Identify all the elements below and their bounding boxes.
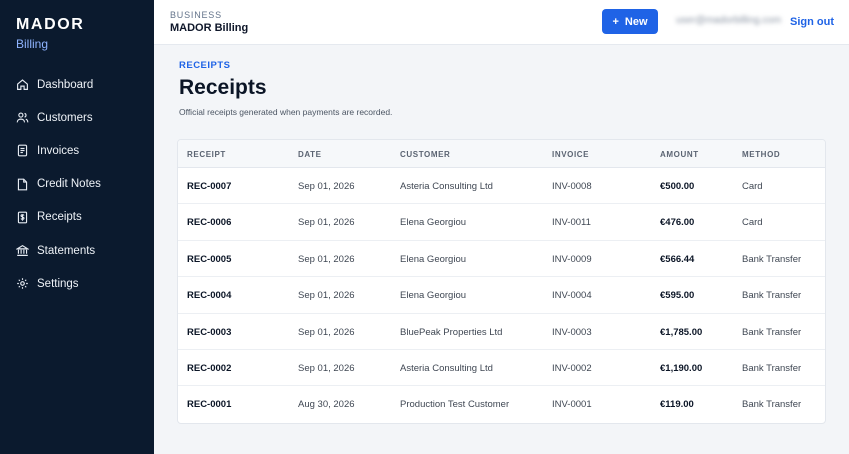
table-row[interactable]: REC-0006 Sep 01, 2026 Elena Georgiou INV…: [178, 204, 825, 241]
invoice-number: INV-0009: [552, 253, 592, 265]
invoice-number: INV-0004: [552, 290, 592, 302]
receipt-number: REC-0004: [187, 290, 232, 302]
column-header-method: METHOD: [742, 150, 781, 159]
receipt-number: REC-0003: [187, 326, 232, 338]
receipt-number: REC-0007: [187, 181, 232, 192]
sidebar-item-credit-notes[interactable]: Credit Notes: [0, 168, 154, 201]
payment-method: Bank Transfer: [742, 326, 802, 338]
receipt-date: Sep 01, 2026: [298, 217, 355, 229]
gear-icon: [16, 277, 29, 290]
sidebar-item-label: Settings: [37, 277, 79, 290]
sidebar-item-label: Receipts: [37, 211, 82, 224]
sidebar-item-statements[interactable]: Statements: [0, 234, 154, 267]
column-header-amount: AMOUNT: [660, 150, 699, 159]
receipt-number: REC-0002: [187, 362, 232, 374]
sidebar-item-dashboard[interactable]: Dashboard: [0, 68, 154, 101]
receipt-date: Sep 01, 2026: [298, 326, 355, 338]
business-label: BUSINESS: [170, 10, 222, 20]
sidebar-item-label: Customers: [37, 111, 93, 124]
payment-method: Bank Transfer: [742, 290, 802, 302]
page-description: Official receipts generated when payment…: [179, 107, 393, 117]
receipt-date: Aug 30, 2026: [298, 399, 355, 411]
receipt-number: REC-0005: [187, 253, 232, 265]
receipt-date: Sep 01, 2026: [298, 362, 355, 374]
payment-method: Card: [742, 181, 763, 192]
sidebar-item-label: Dashboard: [37, 78, 94, 91]
sidebar-item-label: Statements: [37, 244, 96, 257]
customer-name: BluePeak Properties Ltd: [400, 326, 503, 338]
amount: €500.00: [660, 181, 695, 192]
receipt-number: REC-0006: [187, 217, 232, 229]
invoice-number: INV-0008: [552, 181, 592, 192]
page-title: Receipts: [179, 76, 267, 99]
table-row[interactable]: REC-0005 Sep 01, 2026 Elena Georgiou INV…: [178, 241, 825, 278]
new-button-label: New: [624, 15, 648, 28]
new-button[interactable]: + New: [602, 9, 658, 34]
document-icon: [16, 144, 29, 157]
column-header-receipt: RECEIPT: [187, 150, 226, 159]
receipt-date: Sep 01, 2026: [298, 290, 355, 302]
customer-name: Asteria Consulting Ltd: [400, 362, 493, 374]
invoice-number: INV-0001: [552, 399, 592, 411]
table-row[interactable]: REC-0002 Sep 01, 2026 Asteria Consulting…: [178, 350, 825, 387]
sidebar-item-label: Invoices: [37, 144, 80, 157]
amount: €566.44: [660, 253, 695, 265]
user-email: user@madorbilling.com: [676, 15, 782, 26]
customer-name: Asteria Consulting Ltd: [400, 181, 493, 192]
brand-name: MADOR: [16, 16, 85, 33]
table-header: RECEIPT DATE CUSTOMER INVOICE AMOUNT MET…: [178, 140, 825, 168]
sidebar-item-customers[interactable]: Customers: [0, 101, 154, 134]
receipt-date: Sep 01, 2026: [298, 253, 355, 265]
users-icon: [16, 111, 29, 124]
page-eyebrow: RECEIPTS: [179, 60, 231, 71]
sidebar-item-invoices[interactable]: Invoices: [0, 134, 154, 167]
plus-icon: +: [612, 15, 619, 28]
brand: MADOR Billing: [16, 16, 84, 51]
payment-method: Card: [742, 217, 763, 229]
sidebar-nav: Dashboard Customers Invoices Credit Note…: [0, 68, 154, 300]
amount: €119.00: [660, 399, 694, 411]
receipt-number: REC-0001: [187, 399, 232, 411]
customer-name: Elena Georgiou: [400, 290, 467, 302]
column-header-invoice: INVOICE: [552, 150, 590, 159]
home-icon: [16, 78, 29, 91]
invoice-number: INV-0003: [552, 326, 592, 338]
payment-method: Bank Transfer: [742, 362, 802, 374]
receipt-icon: [16, 211, 29, 224]
column-header-customer: CUSTOMER: [400, 150, 451, 159]
table-row[interactable]: REC-0004 Sep 01, 2026 Elena Georgiou INV…: [178, 277, 825, 314]
table-row[interactable]: REC-0003 Sep 01, 2026 BluePeak Propertie…: [178, 314, 825, 350]
sidebar-item-receipts[interactable]: Receipts: [0, 201, 154, 234]
customer-name: Production Test Customer: [400, 399, 510, 411]
sidebar: MADOR Billing Dashboard Customers Invoic…: [0, 0, 154, 454]
payment-method: Bank Transfer: [742, 253, 802, 265]
sidebar-item-label: Credit Notes: [37, 178, 101, 191]
invoice-number: INV-0002: [552, 362, 592, 374]
receipts-table: RECEIPT DATE CUSTOMER INVOICE AMOUNT MET…: [177, 139, 826, 424]
sidebar-item-settings[interactable]: Settings: [0, 267, 154, 300]
table-row[interactable]: REC-0007 Sep 01, 2026 Asteria Consulting…: [178, 168, 825, 205]
amount: €1,190.00: [660, 362, 703, 374]
table-row[interactable]: REC-0001 Aug 30, 2026 Production Test Cu…: [178, 386, 825, 422]
payment-method: Bank Transfer: [742, 399, 802, 411]
amount: €595.00: [660, 290, 695, 302]
amount: €1,785.00: [660, 326, 703, 338]
business-name: MADOR Billing: [170, 22, 249, 34]
sign-out-link[interactable]: Sign out: [790, 16, 834, 28]
top-bar: BUSINESS MADOR Billing + New user@madorb…: [154, 0, 849, 45]
invoice-number: INV-0011: [552, 217, 591, 229]
file-icon: [16, 178, 29, 191]
receipt-date: Sep 01, 2026: [298, 181, 355, 192]
brand-subtitle: Billing: [16, 37, 49, 51]
amount: €476.00: [660, 217, 695, 229]
customer-name: Elena Georgiou: [400, 217, 467, 229]
customer-name: Elena Georgiou: [400, 253, 467, 265]
column-header-date: DATE: [298, 150, 322, 159]
bank-icon: [16, 244, 29, 257]
